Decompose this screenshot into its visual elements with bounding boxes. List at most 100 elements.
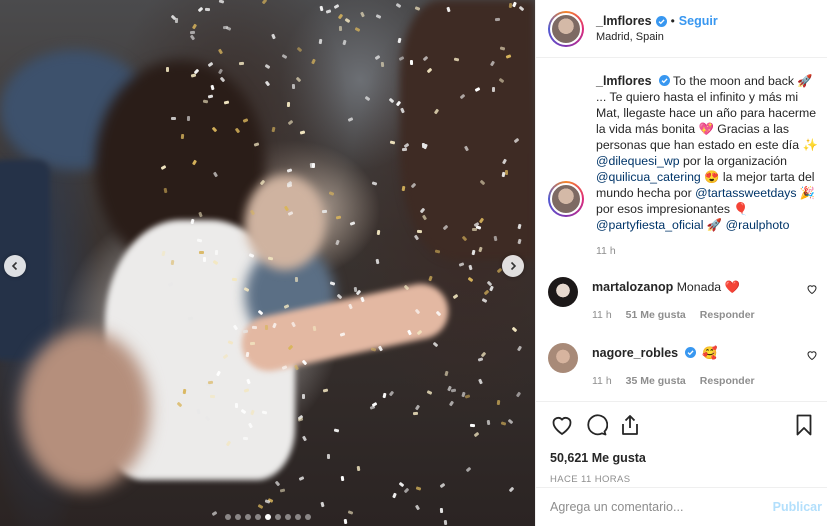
mention-link[interactable]: @tartassweetdays (695, 186, 796, 200)
confetti-piece (359, 11, 365, 18)
comments-list[interactable]: _lmflores To the moon and back 🚀 ... Te … (536, 59, 827, 401)
caption-username[interactable]: _lmflores (596, 74, 652, 88)
likes-count[interactable]: 50,621 Me gusta (550, 451, 816, 465)
mention-link[interactable]: @partyfiesta_oficial (596, 218, 704, 232)
confetti-piece (451, 388, 457, 393)
comment-meta: 11 h 35 Me gusta Responder (592, 373, 818, 389)
carousel-dot (274, 514, 281, 520)
carousel-dot (264, 514, 271, 520)
comment-form: Publicar (536, 487, 827, 526)
avatar[interactable] (548, 10, 584, 47)
confetti-piece (448, 400, 454, 406)
reply-button[interactable]: Responder (700, 307, 755, 323)
confetti-piece (458, 262, 465, 268)
reply-button[interactable]: Responder (700, 373, 755, 389)
mention-link[interactable]: @raulphoto (726, 218, 790, 232)
heart-icon[interactable] (550, 413, 574, 437)
confetti-piece (249, 341, 255, 345)
confetti-piece (189, 30, 196, 35)
confetti-piece (516, 345, 522, 351)
comment-username[interactable]: nagore_robles (592, 346, 678, 360)
mention-link[interactable]: @quilicua_catering (596, 170, 701, 184)
confetti-piece (414, 6, 420, 11)
follow-button[interactable]: Seguir (679, 14, 718, 28)
previous-photo-button[interactable] (4, 255, 26, 277)
avatar-image (550, 12, 582, 45)
caption: _lmflores To the moon and back 🚀 ... Te … (548, 73, 818, 257)
actions-section: 50,621 Me gusta HACE 11 HORAS (536, 401, 827, 485)
post-header: _lmflores • Seguir Madrid, Spain (536, 0, 827, 58)
carousel-dot (254, 514, 261, 520)
comment-likes[interactable]: 51 Me gusta (626, 307, 686, 323)
mention-link[interactable]: @dilequesi_wp (596, 154, 680, 168)
confetti-piece (286, 102, 291, 108)
confetti-piece (294, 277, 299, 283)
confetti-piece (333, 3, 339, 9)
confetti-piece (223, 100, 230, 105)
confetti-piece (515, 391, 521, 397)
comment-username[interactable]: martalozanop (592, 280, 673, 294)
confetti-piece (242, 436, 248, 441)
confetti-piece (412, 411, 418, 416)
avatar[interactable] (548, 277, 578, 307)
confetti-piece (388, 97, 395, 104)
confetti-piece (465, 466, 472, 472)
comment-likes[interactable]: 35 Me gusta (626, 373, 686, 389)
share-icon[interactable] (618, 413, 642, 437)
comment-input[interactable] (550, 500, 773, 514)
confetti-piece (274, 480, 281, 487)
confetti-piece (322, 388, 328, 393)
confetti-piece (292, 83, 296, 89)
comment-icon[interactable] (584, 413, 608, 437)
confetti-piece (186, 115, 190, 121)
post-photo[interactable] (0, 0, 535, 526)
next-photo-button[interactable] (502, 255, 524, 277)
confetti-piece (421, 142, 426, 149)
caption-text-part: por la organización (679, 154, 787, 168)
confetti-piece (163, 187, 167, 194)
confetti-piece (320, 501, 325, 507)
avatar-image (548, 277, 578, 307)
comment-body: nagore_robles 🥰 11 h 35 Me gusta Respond… (592, 343, 818, 389)
photo-region (20, 330, 150, 490)
confetti-piece (364, 96, 371, 102)
confetti-piece (171, 117, 177, 121)
confetti-piece (486, 420, 491, 426)
confetti-piece (336, 293, 342, 300)
header-text: _lmflores • Seguir Madrid, Spain (596, 14, 718, 43)
confetti-piece (265, 63, 271, 70)
heart-icon[interactable] (806, 349, 818, 361)
confetti-piece (507, 418, 514, 425)
comment-time[interactable]: 11 h (592, 373, 612, 389)
confetti-piece (208, 380, 214, 385)
verified-icon (659, 75, 671, 86)
confetti-piece (496, 400, 501, 406)
separator: • (670, 14, 675, 28)
comment-item: nagore_robles 🥰 11 h 35 Me gusta Respond… (548, 343, 818, 389)
comment-meta: 11 h 51 Me gusta Responder (592, 307, 818, 323)
confetti-piece (415, 486, 421, 491)
author-username[interactable]: _lmflores (596, 14, 652, 28)
confetti-piece (296, 46, 303, 52)
confetti-piece (398, 482, 405, 488)
confetti-piece (218, 0, 225, 5)
publish-button[interactable]: Publicar (773, 500, 822, 514)
comment-time[interactable]: 11 h (592, 307, 612, 323)
confetti-piece (374, 54, 381, 60)
confetti-piece (391, 492, 397, 499)
post-timestamp[interactable]: HACE 11 HORAS (550, 474, 816, 485)
confetti-piece (484, 290, 490, 296)
bookmark-icon[interactable] (792, 413, 816, 437)
avatar[interactable] (548, 181, 584, 217)
confetti-piece (197, 7, 203, 13)
comment-text: 🥰 (701, 346, 718, 360)
carousel-indicator (0, 514, 535, 520)
heart-icon[interactable] (806, 283, 818, 295)
confetti-piece (252, 325, 258, 330)
avatar[interactable] (548, 343, 578, 373)
chevron-left-icon (11, 261, 18, 271)
confetti-piece (355, 289, 361, 296)
location-link[interactable]: Madrid, Spain (596, 31, 718, 43)
confetti-piece (286, 168, 293, 173)
carousel-dot (234, 514, 241, 520)
